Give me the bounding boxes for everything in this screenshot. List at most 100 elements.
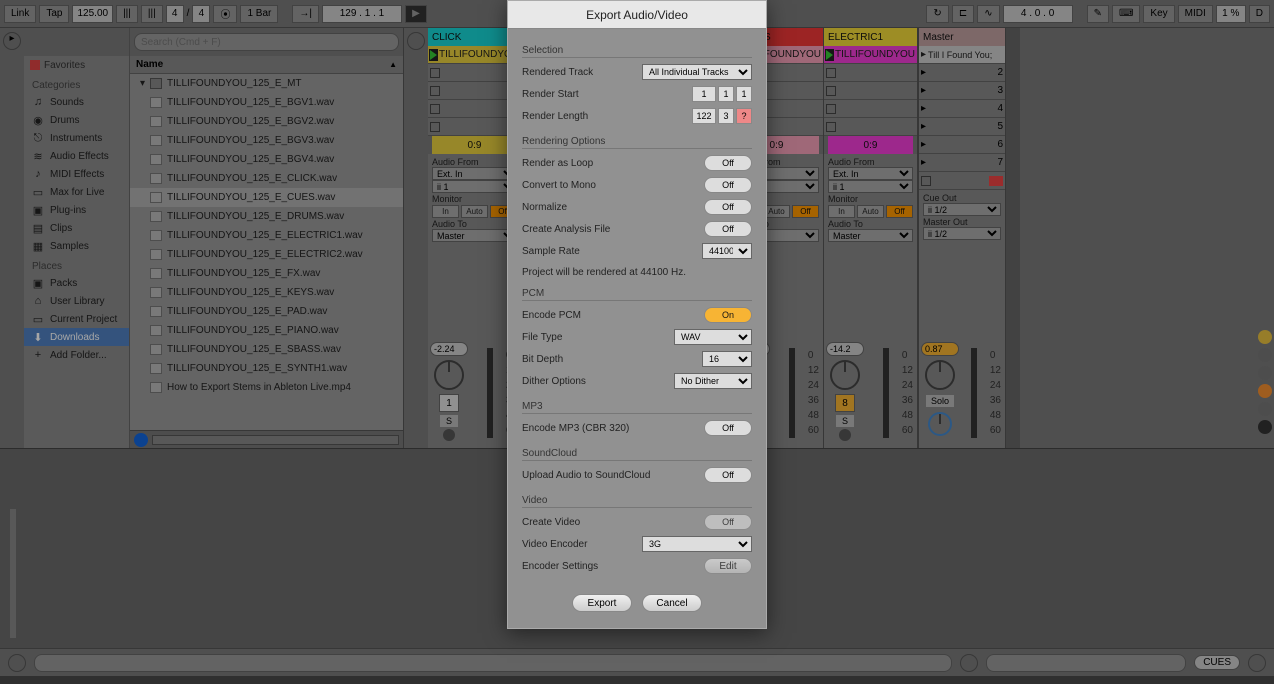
nav-place-packs[interactable]: ▣Packs xyxy=(24,274,129,292)
file-row[interactable]: TILLIFOUNDYOU_125_E_KEYS.wav xyxy=(130,283,403,302)
clip-stop-icon[interactable] xyxy=(826,86,836,96)
loop-icon[interactable]: ↻ xyxy=(926,5,948,23)
nav-category-midi-effects[interactable]: ♪MIDI Effects xyxy=(24,165,129,183)
render-start-bar[interactable]: 1 xyxy=(692,86,716,102)
nav-category-clips[interactable]: ▤Clips xyxy=(24,219,129,237)
browser-toggle-icon[interactable]: ▸ xyxy=(3,32,21,50)
expand-toggle-icon[interactable] xyxy=(1248,654,1266,672)
rendered-track-select[interactable]: All Individual Tracks xyxy=(642,64,752,80)
monitor-auto[interactable]: Auto xyxy=(857,205,884,218)
nav-place-current-project[interactable]: ▭Current Project xyxy=(24,310,129,328)
track-header[interactable]: ELECTRIC1 xyxy=(824,28,917,46)
timesig-den[interactable]: 4 xyxy=(192,5,210,23)
clip-stop-icon[interactable] xyxy=(826,104,836,114)
stop-all-slot[interactable] xyxy=(919,172,1005,190)
render-length-16th[interactable]: ? xyxy=(736,108,752,124)
nav-category-drums[interactable]: ◉Drums xyxy=(24,111,129,129)
pan-knob[interactable] xyxy=(830,360,860,390)
nav-category-audio-effects[interactable]: ≋Audio Effects xyxy=(24,147,129,165)
io-toggle-icon[interactable] xyxy=(1258,330,1272,344)
channel-select[interactable]: ii 1 xyxy=(828,180,913,193)
file-row[interactable]: TILLIFOUNDYOU_125_E_DRUMS.wav xyxy=(130,207,403,226)
file-row[interactable]: TILLIFOUNDYOU_125_E_CLICK.wav xyxy=(130,169,403,188)
returns-toggle-icon[interactable] xyxy=(1258,366,1272,380)
scene-slot[interactable]: ▸3 xyxy=(919,82,1005,100)
nav-category-samples[interactable]: ▦Samples xyxy=(24,237,129,255)
metronome-toggle-icon[interactable]: ⦿ xyxy=(213,5,237,23)
cue-out-select[interactable]: ii 1/2 xyxy=(923,203,1001,216)
solo-button[interactable]: S xyxy=(439,414,459,428)
clip-stop-icon[interactable] xyxy=(430,104,440,114)
folder-row[interactable]: ▾TILLIFOUNDYOU_125_E_MT xyxy=(130,74,403,93)
clip-stop-icon[interactable] xyxy=(430,68,440,78)
scene-slot[interactable]: ▸2 xyxy=(919,64,1005,82)
file-row[interactable]: TILLIFOUNDYOU_125_E_ELECTRIC2.wav xyxy=(130,245,403,264)
track-activator[interactable]: 1 xyxy=(439,394,459,412)
audio-to-select[interactable]: Master xyxy=(828,229,913,242)
sample-rate-select[interactable]: 44100 xyxy=(702,243,752,259)
scene-play-icon[interactable]: ▸ xyxy=(921,67,926,78)
convert-mono-toggle[interactable]: Off xyxy=(704,177,752,193)
sends-toggle-icon[interactable] xyxy=(1258,348,1272,362)
preview-waveform[interactable] xyxy=(152,435,399,445)
pan-knob[interactable] xyxy=(434,360,464,390)
mixer-toggle-icon[interactable] xyxy=(1258,384,1272,398)
export-button[interactable]: Export xyxy=(572,594,632,612)
crossfade-toggle-icon[interactable] xyxy=(1258,420,1272,434)
clip-stop-icon[interactable] xyxy=(430,122,440,132)
arm-button[interactable] xyxy=(443,429,455,441)
session-scrollbar[interactable] xyxy=(1006,28,1020,448)
delay-toggle-icon[interactable] xyxy=(1258,402,1272,416)
monitor-auto[interactable]: Auto xyxy=(461,205,488,218)
scroll-handle[interactable] xyxy=(10,509,16,638)
midi-map-button[interactable]: MIDI xyxy=(1178,5,1213,23)
cancel-button[interactable]: Cancel xyxy=(642,594,702,612)
file-row[interactable]: TILLIFOUNDYOU_125_E_BGV4.wav xyxy=(130,150,403,169)
nav-category-sounds[interactable]: ♫Sounds xyxy=(24,93,129,111)
render-start-beat[interactable]: 1 xyxy=(718,86,734,102)
clip-stop-icon[interactable] xyxy=(430,86,440,96)
position-display[interactable]: 129 . 1 . 1 xyxy=(322,5,402,23)
name-column-header[interactable]: Name ▲ xyxy=(130,56,403,74)
render-length-beat[interactable]: 3 xyxy=(718,108,734,124)
automation-icon[interactable]: ∿ xyxy=(977,5,999,23)
session-toggle-icon[interactable] xyxy=(407,32,425,50)
file-row[interactable]: TILLIFOUNDYOU_125_E_BGV2.wav xyxy=(130,112,403,131)
clip-slot-empty[interactable] xyxy=(824,100,917,118)
volume-value[interactable]: -14.2 xyxy=(826,342,864,356)
keyboard-icon[interactable]: ⌨ xyxy=(1112,5,1140,23)
scene-slot[interactable]: ▸5 xyxy=(919,118,1005,136)
monitor-auto[interactable]: Auto xyxy=(763,205,790,218)
nav-category-plug-ins[interactable]: ▣Plug-ins xyxy=(24,201,129,219)
scene-slot[interactable]: ▸ Till I Found You; xyxy=(919,46,1005,64)
dither-select[interactable]: No Dither xyxy=(674,373,752,389)
file-row[interactable]: TILLIFOUNDYOU_125_E_SBASS.wav xyxy=(130,340,403,359)
tap-button[interactable]: Tap xyxy=(39,5,69,23)
file-row[interactable]: How to Export Stems in Ableton Live.mp4 xyxy=(130,378,403,397)
encode-mp3-toggle[interactable]: Off xyxy=(704,420,752,436)
clip-stop-icon[interactable] xyxy=(826,68,836,78)
encode-pcm-toggle[interactable]: On xyxy=(704,307,752,323)
clip-play-icon[interactable] xyxy=(826,50,833,60)
file-row[interactable]: TILLIFOUNDYOU_125_E_BGV1.wav xyxy=(130,93,403,112)
render-loop-toggle[interactable]: Off xyxy=(704,155,752,171)
master-header[interactable]: Master xyxy=(919,28,1005,46)
scene-play-icon[interactable]: ▸ xyxy=(921,157,926,168)
scene-slot[interactable]: ▸4 xyxy=(919,100,1005,118)
channel-select[interactable]: ii 1 xyxy=(432,180,517,193)
create-video-toggle[interactable]: Off xyxy=(704,514,752,530)
clip-stop-icon[interactable] xyxy=(826,122,836,132)
solo-button[interactable]: Solo xyxy=(925,394,955,408)
clip-slot-empty[interactable] xyxy=(824,118,917,136)
help-toggle-icon[interactable] xyxy=(960,654,978,672)
scene-slot[interactable]: ▸7 xyxy=(919,154,1005,172)
monitor-off[interactable]: Off xyxy=(886,205,913,218)
track-activator[interactable]: 8 xyxy=(835,394,855,412)
bit-depth-select[interactable]: 16 xyxy=(702,351,752,367)
search-input[interactable] xyxy=(134,33,399,51)
file-type-select[interactable]: WAV xyxy=(674,329,752,345)
metronome2-icon[interactable]: ||| xyxy=(141,5,163,23)
master-out-select[interactable]: ii 1/2 xyxy=(923,227,1001,240)
upload-sc-toggle[interactable]: Off xyxy=(704,467,752,483)
audio-from-select[interactable]: Ext. In xyxy=(828,167,913,180)
